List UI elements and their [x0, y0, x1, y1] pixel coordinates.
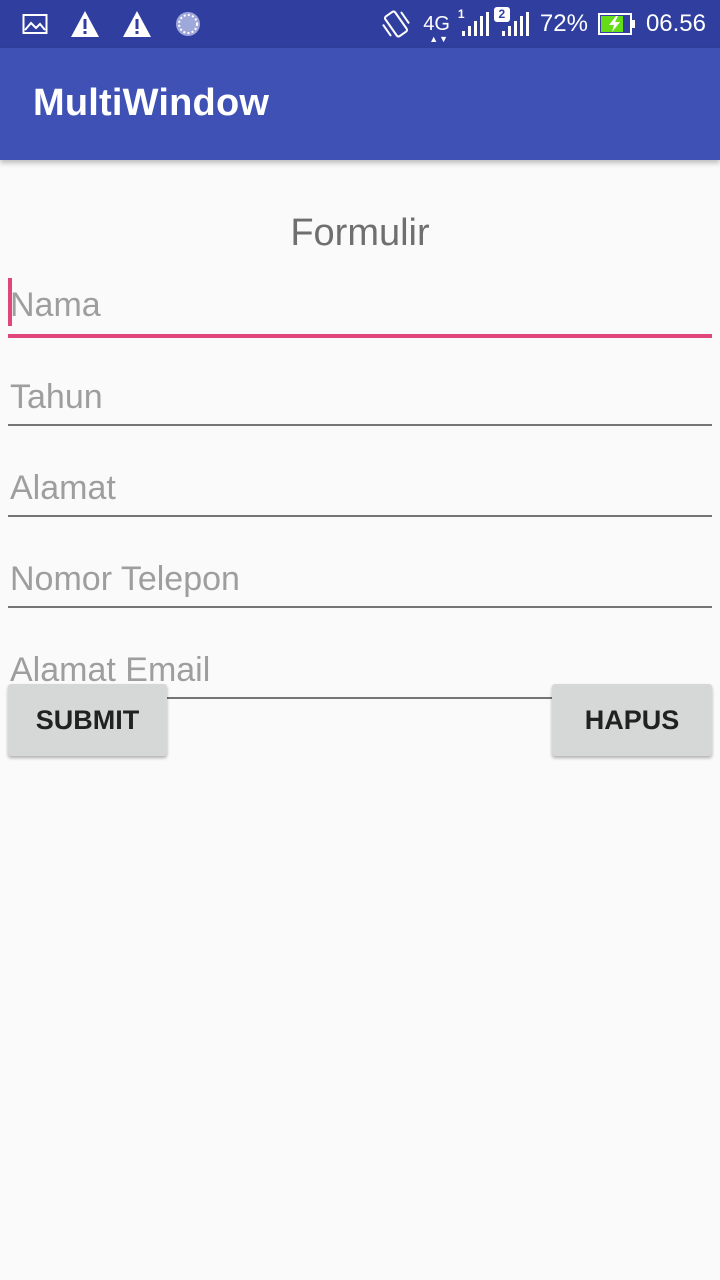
data-arrows-icon: ▲▼	[429, 33, 450, 44]
app-title: MultiWindow	[33, 82, 270, 124]
signal-sim2: 2	[493, 7, 530, 37]
notification-icons	[22, 8, 202, 40]
battery-charging-icon	[597, 12, 636, 36]
clock: 06.56	[645, 10, 706, 37]
address-field-hint: Alamat	[10, 469, 116, 507]
submit-button[interactable]: SUBMIT	[8, 684, 167, 756]
sim1-index: 1	[457, 7, 465, 21]
warning-icon	[122, 10, 152, 38]
name-field-hint: Nama	[10, 286, 101, 324]
address-field[interactable]: Alamat	[8, 457, 712, 517]
phone-field[interactable]: Nomor Telepon	[8, 548, 712, 608]
vibrate-icon	[379, 8, 413, 40]
network-type-label: 4G	[423, 12, 450, 35]
year-field-hint: Tahun	[10, 378, 103, 416]
sim2-index: 2	[493, 7, 510, 22]
system-icons: 4G ▲▼ 1 2 72% 06.56	[379, 7, 706, 44]
network-type: 4G ▲▼	[423, 12, 450, 44]
clear-button[interactable]: HAPUS	[552, 684, 712, 756]
warning-icon	[70, 10, 100, 38]
form-title: Formulir	[290, 212, 430, 254]
name-field[interactable]: Nama	[8, 278, 712, 338]
year-field[interactable]: Tahun	[8, 366, 712, 426]
phone-field-hint: Nomor Telepon	[10, 560, 240, 598]
battery-percent: 72%	[539, 10, 588, 37]
loading-icon	[174, 10, 202, 38]
app-bar: MultiWindow	[0, 48, 720, 160]
status-bar: 4G ▲▼ 1 2 72% 06.56	[0, 0, 720, 48]
signal-sim1: 1	[458, 7, 490, 37]
image-icon	[22, 13, 48, 35]
